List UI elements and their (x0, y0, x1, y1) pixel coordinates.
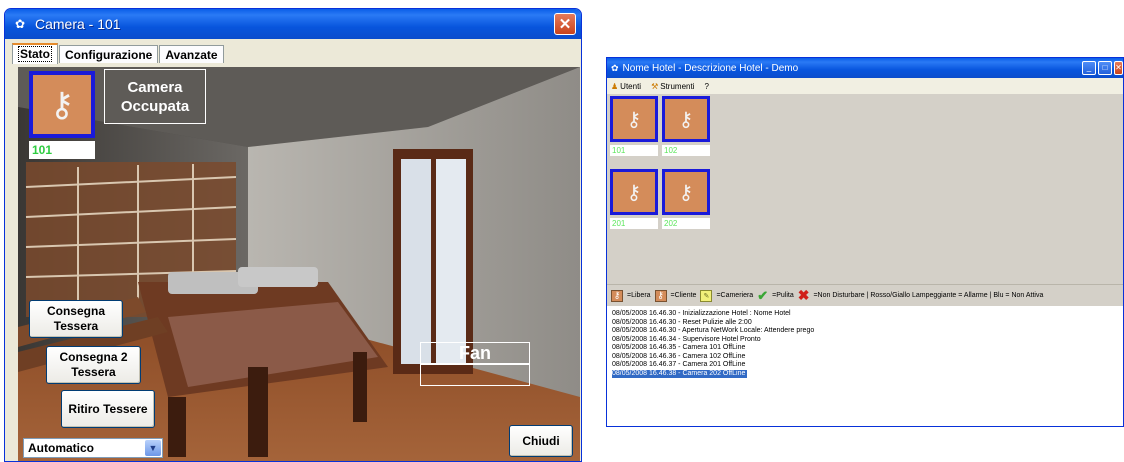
tab-configurazione[interactable]: Configurazione (59, 45, 159, 63)
log-line: 08/05/2008 16.46.34 - Supervisore Hotel … (612, 335, 761, 343)
room-number: 101 (29, 141, 95, 159)
legend-bar: ⚷ =Libera ⚷ =Cliente ✎ =Cameriera ✔ =Pulita … (607, 284, 1123, 306)
key-icon: ⚷ (49, 85, 75, 124)
key-icon: ⚷ (626, 181, 642, 204)
ritiro-tessere-button[interactable]: Ritiro Tessere (61, 390, 155, 428)
legend-libera: =Libera (627, 292, 651, 299)
legend-cliente: =Cliente (670, 292, 697, 299)
log-line: 08/05/2008 16.46.35 - Camera 101 OffLine (612, 344, 746, 351)
menu-utenti[interactable]: ♟ Utenti (611, 82, 641, 91)
chiudi-button[interactable]: Chiudi (509, 425, 573, 457)
room-window-titlebar[interactable]: ✿ Camera - 101 ✕ (5, 9, 581, 39)
room-status-label: Camera Occupata (104, 69, 206, 124)
hotel-window-titlebar[interactable]: ✿ Nome Hotel - Descrizione Hotel - Demo … (607, 58, 1123, 78)
close-button[interactable]: ✕ (1114, 61, 1123, 75)
menu-bar: ♟ Utenti ⚒ Strumenti ? (607, 78, 1123, 94)
minimize-button[interactable]: _ (1082, 61, 1096, 75)
room-tile-label: 101 (610, 145, 658, 156)
tab-stato[interactable]: Stato (12, 43, 58, 64)
maid-icon: ✎ (700, 289, 713, 302)
maximize-button[interactable]: □ (1098, 61, 1112, 75)
close-button[interactable]: ✕ (554, 13, 576, 35)
room-tile-label: 102 (662, 145, 710, 156)
key-icon: ⚷ (626, 108, 642, 131)
client-key-icon: ⚷ (654, 289, 667, 302)
app-icon: ✿ (14, 17, 26, 31)
legend-rest: =Non Disturbare | Rosso/Giallo Lampeggia… (813, 292, 1044, 299)
tools-icon: ⚒ (651, 81, 659, 91)
tab-bar: Stato Configurazione Avanzate (12, 43, 225, 64)
fan-status-box (420, 364, 530, 386)
log-line: 08/05/2008 16.46.30 - Inizializzazione H… (612, 310, 791, 317)
legend-pulita: =Pulita (772, 292, 794, 299)
key-icon: ⚷ (678, 108, 694, 131)
mode-select[interactable]: Automatico ▼ (23, 438, 163, 458)
room-tile-102[interactable]: ⚷ (662, 96, 710, 142)
log-line: 08/05/2008 16.46.37 - Camera 201 OffLine (612, 361, 746, 368)
cross-icon: ✖ (797, 287, 810, 303)
log-line: 08/05/2008 16.46.30 - Reset Pulizie alle… (612, 318, 752, 326)
event-log[interactable]: 08/05/2008 16.46.30 - Inizializzazione H… (609, 308, 1121, 426)
room-tile-101[interactable]: ⚷ (610, 96, 658, 142)
consegna-tessera-button[interactable]: Consegna Tessera (29, 300, 123, 338)
hotel-window-title: Nome Hotel - Descrizione Hotel - Demo (622, 62, 799, 74)
rooms-grid: ⚷ 101 ⚷ 102 ⚷ 201 ⚷ 202 (607, 94, 1123, 284)
chevron-down-icon[interactable]: ▼ (145, 440, 161, 456)
room-window-title: Camera - 101 (35, 16, 121, 32)
key-icon: ⚷ (678, 181, 694, 204)
room-tile-label: 202 (662, 218, 710, 229)
key-icon: ⚷ (611, 289, 623, 302)
consegna-2-tessera-button[interactable]: Consegna 2 Tessera (46, 346, 141, 384)
app-icon: ✿ (611, 62, 619, 73)
hotel-window: ✿ Nome Hotel - Descrizione Hotel - Demo … (606, 57, 1124, 427)
menu-help[interactable]: ? (704, 82, 708, 91)
room-tile-label: 201 (610, 218, 658, 229)
users-icon: ♟ (611, 81, 619, 91)
log-line: 08/05/2008 16.46.36 - Camera 102 OffLine (612, 352, 746, 360)
check-icon: ✔ (757, 287, 769, 303)
room-window: ✿ Camera - 101 ✕ Stato Configurazione Av… (4, 8, 582, 462)
log-line: 08/05/2008 16.46.30 - Apertura NetWork L… (612, 327, 815, 334)
log-line-selected[interactable]: 08/05/2008 16.46.38 - Camera 202 OffLine (612, 369, 748, 378)
legend-cameriera: =Cameriera (716, 292, 754, 299)
fan-label: Fan (420, 342, 530, 364)
room-key-status[interactable]: ⚷ (29, 71, 95, 138)
room-tile-201[interactable]: ⚷ (610, 169, 658, 215)
tab-avanzate[interactable]: Avanzate (159, 45, 224, 63)
room-panel: ⚷ 101 Camera Occupata Consegna Tessera C… (18, 67, 580, 461)
menu-strumenti[interactable]: ⚒ Strumenti (651, 82, 694, 91)
room-tile-202[interactable]: ⚷ (662, 169, 710, 215)
